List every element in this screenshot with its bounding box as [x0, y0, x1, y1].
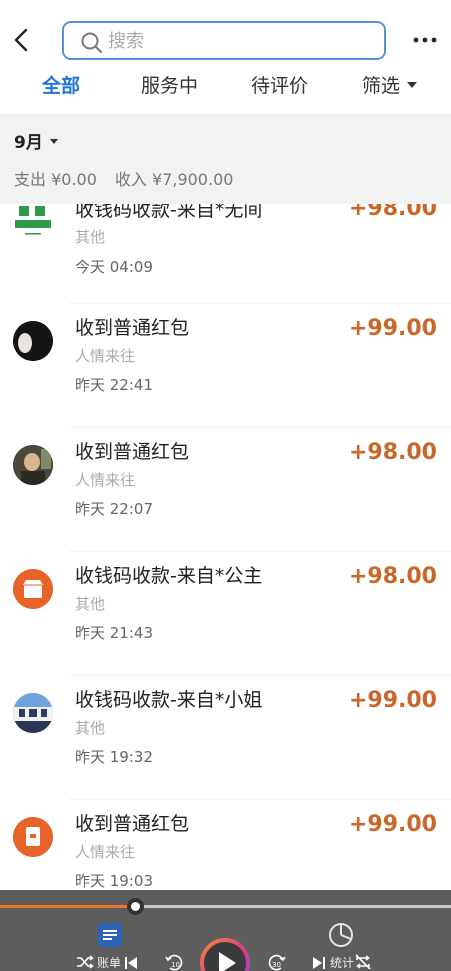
income-total: 收入 ¥7,900.00	[114, 170, 234, 189]
transaction-amount: +99.00	[348, 688, 437, 713]
transaction-title: 收到普通红包	[75, 813, 190, 835]
transaction-time: 今天 04:09	[75, 258, 153, 276]
transaction-time: 昨天 22:41	[75, 376, 153, 394]
top-bar: 搜索	[0, 0, 451, 66]
transaction-category: 其他	[75, 228, 106, 246]
list-item[interactable]: 收到普通红包 人情来往 昨天 22:07 +98.00	[0, 428, 451, 552]
transaction-title: 收钱码收款-来自*公主	[75, 565, 263, 587]
skip-previous-icon[interactable]	[124, 956, 138, 970]
transaction-amount: +98.00	[348, 564, 437, 589]
list-item[interactable]: 收钱码收款-来自*公主 其他 昨天 21:43 +98.00	[0, 552, 451, 676]
media-player-overlay: 账单 10 30 统计	[0, 890, 451, 971]
transaction-time: 昨天 21:43	[75, 624, 153, 642]
progress-knob[interactable]	[127, 898, 144, 915]
more-dots-icon[interactable]	[413, 30, 437, 50]
search-placeholder: 搜索	[108, 31, 144, 52]
filter-tabs: 全部 服务中 待评价 筛选	[0, 66, 451, 114]
transaction-time: 昨天 22:07	[75, 500, 153, 518]
stats-tab-label: 统计	[330, 956, 355, 970]
transaction-title: 收到普通红包	[75, 441, 190, 463]
expense-total: 支出 ¥0.00	[14, 170, 97, 189]
forward-label: 30	[272, 961, 281, 969]
red-packet-icon	[13, 817, 53, 857]
tab-filter[interactable]: 筛选	[362, 74, 418, 98]
transaction-category: 人情来往	[75, 471, 136, 489]
month-selector[interactable]: 9月	[14, 132, 58, 154]
chevron-left-icon[interactable]	[8, 24, 36, 56]
transaction-title: 收钱码收款-来自*小姐	[75, 689, 263, 711]
transaction-time: 昨天 19:32	[75, 748, 153, 766]
caret-down-icon	[49, 138, 58, 144]
list-item[interactable]: 收钱码收款-来自*无间 其他 今天 04:09 +98.00	[0, 204, 451, 304]
user-avatar	[13, 321, 53, 361]
skip-next-icon[interactable]	[312, 956, 326, 970]
merchant-logo-avatar	[13, 204, 53, 240]
tab-filter-label: 筛选	[362, 75, 401, 97]
month-totals: 支出 ¥0.00 收入 ¥7,900.00	[14, 169, 233, 191]
repeat-off-icon[interactable]	[354, 954, 372, 970]
transaction-amount: +98.00	[348, 440, 437, 465]
bill-icon[interactable]	[97, 922, 123, 948]
transaction-title: 收钱码收款-来自*无间	[75, 204, 263, 221]
caret-down-icon	[407, 81, 418, 88]
list-item[interactable]: 收到普通红包 人情来往 昨天 22:41 +99.00	[0, 304, 451, 428]
transaction-category: 其他	[75, 719, 106, 737]
pie-chart-icon[interactable]	[328, 922, 354, 948]
user-avatar	[13, 693, 53, 733]
month-summary: 9月 支出 ¥0.00 收入 ¥7,900.00	[0, 114, 451, 204]
tab-pending-review[interactable]: 待评价	[251, 74, 308, 98]
list-item[interactable]: 收钱码收款-来自*小姐 其他 昨天 19:32 +99.00	[0, 676, 451, 800]
transaction-title: 收到普通红包	[75, 317, 190, 339]
tab-in-service[interactable]: 服务中	[141, 74, 198, 98]
search-icon	[81, 32, 102, 53]
tab-all[interactable]: 全部	[42, 74, 80, 98]
transaction-list: 收钱码收款-来自*无间 其他 今天 04:09 +98.00 收到普通红包 人情…	[0, 204, 451, 890]
rewind-10-icon[interactable]: 10	[164, 952, 184, 971]
forward-30-icon[interactable]: 30	[267, 952, 287, 971]
progress-fill	[0, 905, 135, 908]
shuffle-icon[interactable]	[76, 954, 94, 970]
transaction-amount: +99.00	[348, 812, 437, 837]
transaction-time: 昨天 19:03	[75, 872, 153, 890]
transaction-amount: +98.00	[348, 204, 437, 221]
transaction-category: 其他	[75, 595, 106, 613]
play-button[interactable]	[200, 938, 250, 971]
month-label: 9月	[14, 133, 43, 153]
store-icon	[13, 569, 53, 609]
list-item[interactable]: 收到普通红包 人情来往 昨天 19:03 +99.00	[0, 800, 451, 890]
bill-tab-label: 账单	[97, 956, 122, 970]
transaction-category: 人情来往	[75, 843, 136, 861]
user-avatar	[13, 445, 53, 485]
transaction-amount: +99.00	[348, 316, 437, 341]
rewind-label: 10	[171, 961, 180, 969]
search-input[interactable]: 搜索	[62, 21, 386, 60]
transaction-category: 人情来往	[75, 347, 136, 365]
